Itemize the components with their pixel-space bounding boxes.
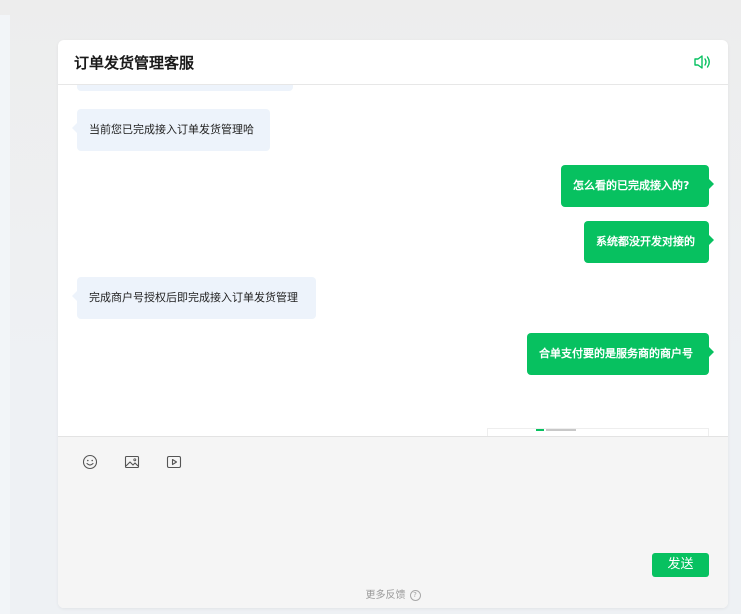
feedback-label: 更多反馈 — [365, 590, 406, 601]
chat-header: 订单发货管理客服 — [58, 40, 728, 85]
message-bubble-sent: 合单支付要的是服务商的商户号 — [527, 333, 714, 375]
left-edge-strip — [0, 15, 10, 614]
image-icon[interactable] — [124, 454, 140, 470]
thumb-detail — [546, 429, 576, 431]
message-bubble-partial — [77, 85, 293, 91]
help-icon[interactable]: ? — [409, 589, 421, 601]
message-bubble-sent: 怎么看的已完成接入的? — [561, 165, 714, 207]
message-image-thumbnail[interactable] — [487, 428, 709, 436]
speaker-icon[interactable] — [692, 53, 714, 71]
message-text: 当前您已完成接入订单发货管理哈 — [89, 123, 254, 136]
message-bubble-sent: 系统都没开发对接的 — [584, 221, 714, 263]
message-list[interactable]: 当前您已完成接入订单发货管理哈 怎么看的已完成接入的? 系统都没开发对接的 完成… — [58, 85, 728, 436]
input-toolbar: 发送 更多反馈? — [58, 436, 728, 608]
message-text: 怎么看的已完成接入的? — [573, 179, 690, 192]
message-bubble-received: 完成商户号授权后即完成接入订单发货管理 — [72, 277, 316, 319]
message-bubble-received: 当前您已完成接入订单发货管理哈 — [72, 109, 270, 151]
customer-service-window: 订单发货管理客服 当前您已完成接入订单发货管理哈 怎么看的已完成接入的? 系统都… — [58, 40, 728, 608]
feedback-link[interactable]: 更多反馈? — [58, 586, 728, 601]
emoji-icon[interactable] — [82, 454, 98, 470]
message-text: 合单支付要的是服务商的商户号 — [539, 347, 693, 360]
message-text: 完成商户号授权后即完成接入订单发货管理 — [89, 291, 298, 304]
thumb-detail — [536, 429, 544, 431]
video-icon[interactable] — [166, 454, 182, 470]
chat-title: 订单发货管理客服 — [74, 54, 195, 72]
send-button[interactable]: 发送 — [652, 553, 709, 577]
message-text: 系统都没开发对接的 — [596, 235, 695, 248]
